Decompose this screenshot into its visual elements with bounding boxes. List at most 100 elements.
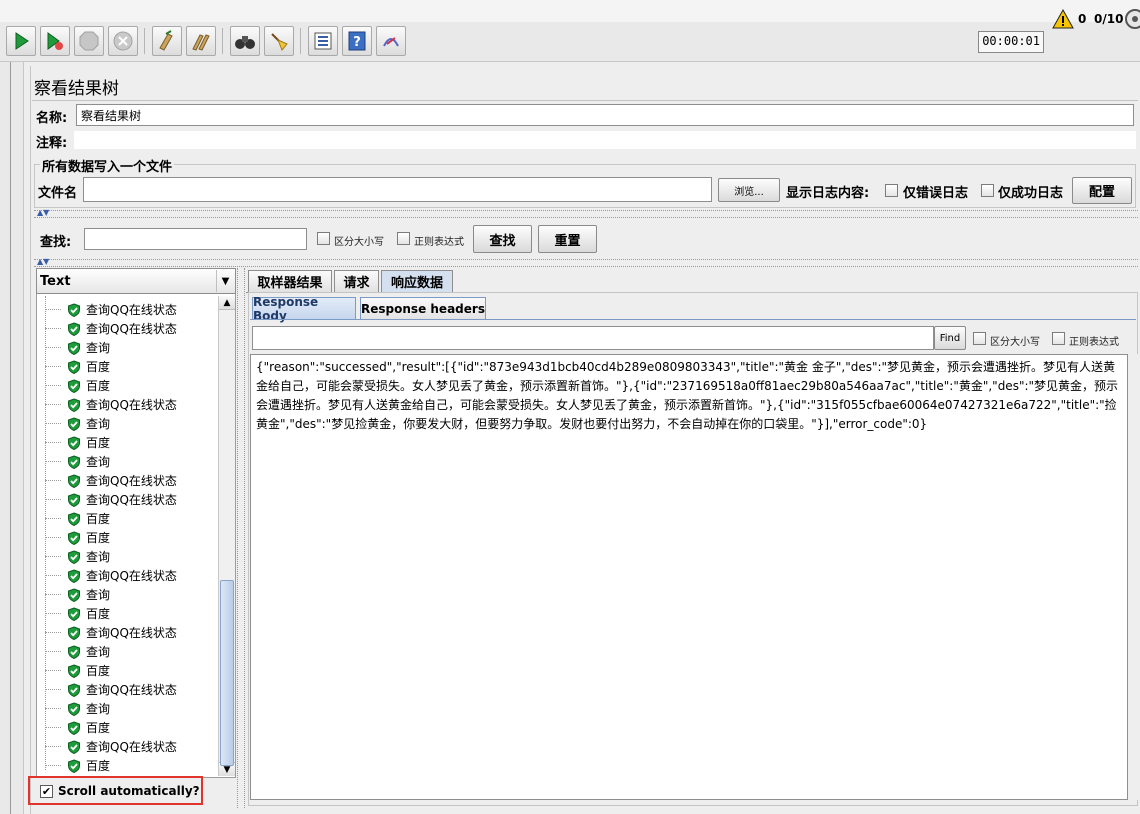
search-regex-checkbox[interactable] — [397, 232, 410, 245]
browse-button[interactable]: 浏览... — [718, 178, 780, 202]
help-icon: ? — [346, 30, 368, 52]
tree-connector — [45, 499, 61, 500]
response-regex-checkbox[interactable] — [1052, 332, 1065, 345]
success-shield-icon — [67, 607, 81, 621]
tree-item[interactable]: 百度 — [37, 509, 110, 528]
splitter-arrows-icon[interactable]: ▲▼ — [37, 209, 49, 217]
vertical-splitter[interactable] — [237, 268, 245, 808]
name-field[interactable]: 察看结果树 — [76, 104, 1134, 126]
subtab-response-headers[interactable]: Response headers — [360, 297, 486, 319]
search-button[interactable] — [230, 26, 260, 56]
success-only-checkbox[interactable] — [981, 184, 994, 197]
tree-item-label: 查询QQ在线状态 — [86, 301, 177, 318]
start-no-pause-icon — [44, 30, 66, 52]
scroll-auto-checkbox[interactable]: ✔ — [40, 785, 53, 798]
stop-button[interactable] — [74, 26, 104, 56]
clear-button[interactable] — [152, 26, 182, 56]
tree-item[interactable]: 百度 — [37, 756, 110, 775]
tree-item[interactable]: 查询QQ在线状态 — [37, 395, 177, 414]
success-shield-icon — [67, 740, 81, 754]
success-shield-icon — [67, 398, 81, 412]
tree-item[interactable]: 查询QQ在线状态 — [37, 471, 177, 490]
configure-button[interactable]: 配置 — [1072, 177, 1132, 204]
tree-item-label: 百度 — [86, 757, 110, 774]
success-shield-icon — [67, 493, 81, 507]
shutdown-button[interactable] — [108, 26, 138, 56]
tree-item[interactable]: 查询QQ在线状态 — [37, 680, 177, 699]
response-regex-label: 正则表达式 — [1069, 333, 1119, 348]
tree-item[interactable]: 百度 — [37, 528, 110, 547]
tab-response-data[interactable]: 响应数据 — [381, 270, 453, 292]
tree-item[interactable]: 查询QQ在线状态 — [37, 490, 177, 509]
errors-only-label: 仅错误日志 — [903, 182, 968, 201]
response-body-scroll-track — [1128, 354, 1138, 800]
tree-item[interactable]: 查询 — [37, 338, 110, 357]
subtab-response-body[interactable]: Response Body — [252, 297, 356, 319]
start-no-pause-button[interactable] — [40, 26, 70, 56]
errors-only-checkbox[interactable] — [885, 184, 898, 197]
clear-all-button[interactable] — [186, 26, 216, 56]
tree-scroll-thumb[interactable] — [220, 580, 234, 766]
tree-item-label: 查询QQ在线状态 — [86, 472, 177, 489]
tree-connector — [45, 746, 61, 747]
subtabs-underline — [250, 319, 1136, 320]
splitter-arrows-icon[interactable]: ▲▼ — [37, 258, 49, 266]
tree-item-label: 查询QQ在线状态 — [86, 396, 177, 413]
search-regex-label: 正则表达式 — [414, 233, 464, 248]
tree-connector — [45, 537, 61, 538]
tree-item[interactable]: 查询 — [37, 642, 110, 661]
remote-icon — [380, 30, 402, 52]
splitter-2[interactable] — [34, 259, 1138, 267]
success-shield-icon — [67, 683, 81, 697]
tree-item[interactable]: 查询QQ在线状态 — [37, 623, 177, 642]
tree-item-label: 百度 — [86, 358, 110, 375]
clear-all-icon — [190, 30, 212, 52]
chevron-down-icon[interactable]: ▼ — [216, 270, 234, 292]
search-input[interactable] — [84, 228, 307, 250]
tree-item[interactable]: 百度 — [37, 376, 110, 395]
reset-button[interactable]: 重置 — [538, 225, 597, 253]
tree-item[interactable]: 查询QQ在线状态 — [37, 737, 177, 756]
find-button[interactable]: 查找 — [473, 225, 532, 253]
tree-item[interactable]: 查询 — [37, 414, 110, 433]
tree-item-label: 查询QQ在线状态 — [86, 681, 177, 698]
tree-item[interactable]: 查询 — [37, 585, 110, 604]
tree-connector — [45, 518, 61, 519]
tree-item[interactable]: 查询QQ在线状态 — [37, 300, 177, 319]
tree-item[interactable]: 百度 — [37, 718, 110, 737]
success-shield-icon — [67, 588, 81, 602]
scroll-up-icon[interactable]: ▲ — [219, 296, 235, 310]
tab-sampler-result[interactable]: 取样器结果 — [248, 270, 332, 292]
file-fieldset-legend: 所有数据写入一个文件 — [40, 156, 174, 175]
tree-item-label: 百度 — [86, 377, 110, 394]
tree-item[interactable]: 百度 — [37, 604, 110, 623]
function-helper-button[interactable] — [308, 26, 338, 56]
tree-item[interactable]: 查询QQ在线状态 — [37, 319, 177, 338]
tree-item[interactable]: 百度 — [37, 357, 110, 376]
tree-item[interactable]: 查询 — [37, 547, 110, 566]
remote-button[interactable] — [376, 26, 406, 56]
tree-item[interactable]: 百度 — [37, 661, 110, 680]
search-case-checkbox[interactable] — [317, 232, 330, 245]
help-button[interactable]: ? — [342, 26, 372, 56]
tree-connector — [45, 727, 61, 728]
tree-item[interactable]: 查询QQ在线状态 — [37, 566, 177, 585]
response-case-checkbox[interactable] — [973, 332, 986, 345]
tree-item[interactable]: 查询 — [37, 452, 110, 471]
tree-item[interactable]: 查询 — [37, 699, 110, 718]
success-shield-icon — [67, 569, 81, 583]
tree-item[interactable]: 百度 — [37, 433, 110, 452]
elapsed-timer: 00:00:01 — [978, 31, 1044, 53]
tab-request[interactable]: 请求 — [334, 270, 379, 292]
reset-search-button[interactable] — [264, 26, 294, 56]
tree-item-label: 查询 — [86, 339, 110, 356]
remote-status-icon — [1124, 8, 1140, 30]
tree-item-label: 查询QQ在线状态 — [86, 738, 177, 755]
start-button[interactable] — [6, 26, 36, 56]
response-find-input[interactable] — [252, 326, 934, 350]
filename-field[interactable] — [83, 177, 712, 202]
success-shield-icon — [67, 455, 81, 469]
response-find-button[interactable]: Find — [934, 326, 966, 350]
splitter-1[interactable] — [34, 210, 1138, 218]
comment-field[interactable] — [74, 131, 1136, 149]
